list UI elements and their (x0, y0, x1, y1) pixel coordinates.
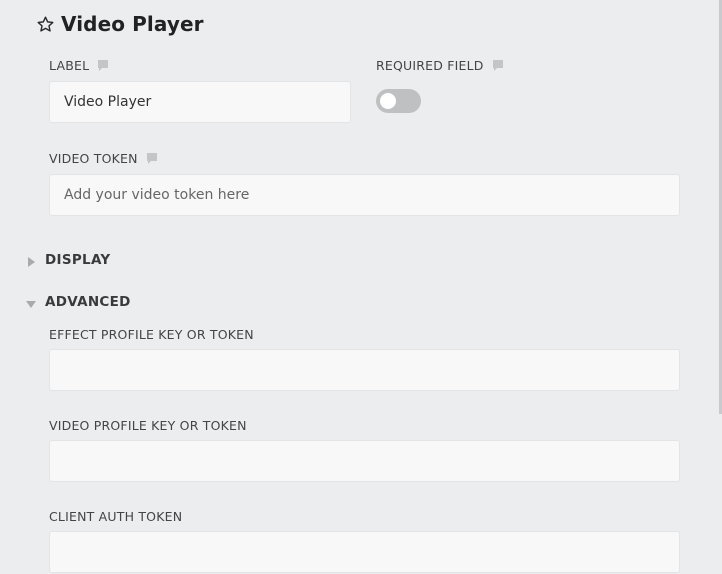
video-player-settings-panel: Video Player LABEL Video Player REQUIRED… (0, 0, 722, 574)
video-token-label-text: VIDEO TOKEN (49, 151, 138, 166)
display-section-label: DISPLAY (45, 252, 111, 268)
label-field-label: LABEL (49, 58, 109, 73)
video-token-placeholder: Add your video token here (64, 187, 250, 203)
panel-header: Video Player (36, 12, 204, 36)
client-auth-token-label-text: CLIENT AUTH TOKEN (49, 509, 183, 524)
required-field-label-text: REQUIRED FIELD (376, 58, 484, 73)
effect-profile-label-text: EFFECT PROFILE KEY OR TOKEN (49, 327, 254, 342)
video-token-label: VIDEO TOKEN (49, 151, 158, 166)
page-title: Video Player (61, 12, 204, 36)
video-profile-label: VIDEO PROFILE KEY OR TOKEN (49, 418, 247, 433)
label-field-label-text: LABEL (49, 58, 90, 73)
label-input-value: Video Player (64, 94, 152, 110)
display-section-toggle[interactable]: DISPLAY (26, 252, 110, 268)
client-auth-token-label: CLIENT AUTH TOKEN (49, 509, 182, 524)
label-input[interactable]: Video Player (49, 81, 351, 123)
video-profile-input[interactable] (49, 440, 680, 482)
required-field-label: REQUIRED FIELD (376, 58, 504, 73)
toggle-knob (380, 93, 396, 109)
required-field-toggle[interactable] (376, 89, 421, 113)
video-profile-label-text: VIDEO PROFILE KEY OR TOKEN (49, 418, 247, 433)
effect-profile-input[interactable] (49, 349, 680, 391)
caret-right-icon (26, 255, 36, 267)
comment-icon[interactable] (97, 59, 109, 72)
advanced-section-label: ADVANCED (45, 294, 131, 310)
comment-icon[interactable] (146, 152, 158, 165)
advanced-section-toggle[interactable]: ADVANCED (26, 294, 131, 310)
star-icon[interactable] (36, 15, 55, 34)
effect-profile-label: EFFECT PROFILE KEY OR TOKEN (49, 327, 254, 342)
client-auth-token-input[interactable] (49, 531, 680, 573)
comment-icon[interactable] (492, 59, 504, 72)
video-token-input[interactable]: Add your video token here (49, 174, 680, 216)
caret-down-icon (26, 297, 36, 308)
